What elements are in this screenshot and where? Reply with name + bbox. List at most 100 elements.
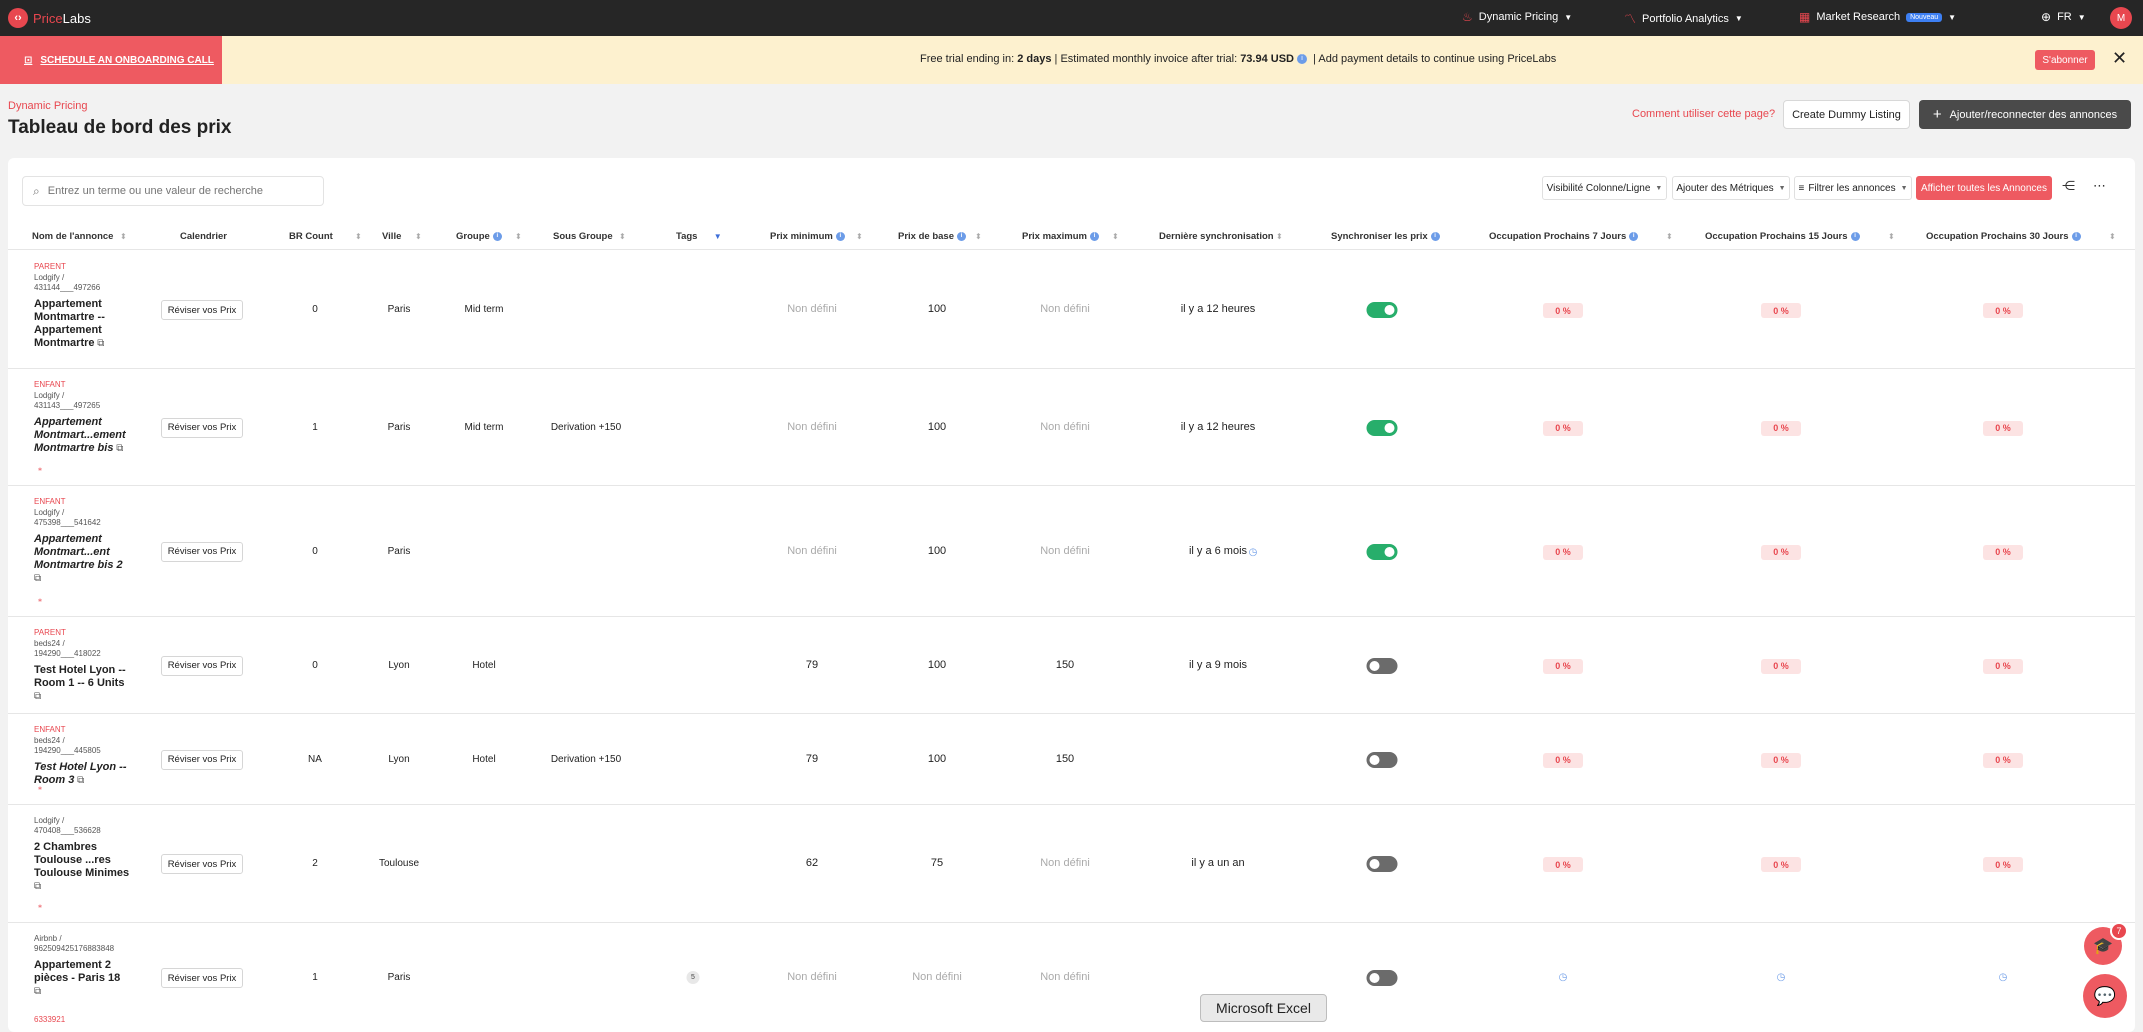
column-header-occ30[interactable]: Occupation Prochains 30 Jours i [1926,231,2081,242]
info-icon[interactable]: i [956,231,966,241]
listing-name[interactable]: Appartement Montmart...ement Montmartre … [34,416,130,455]
base-price[interactable]: 100 [928,421,946,433]
external-link-icon[interactable]: ⧉ [113,443,123,454]
listing-name[interactable]: Appartement Montmartre -- Appartement Mo… [34,298,130,350]
min-price[interactable]: Non défini [787,545,837,557]
max-price[interactable]: Non défini [1040,971,1090,983]
sync-prices-toggle[interactable] [1366,543,1398,560]
info-icon[interactable]: i [1850,231,1860,241]
schedule-onboarding-call[interactable]: ⊡ SCHEDULE AN ONBOARDING CALL [0,36,222,84]
add-metrics-dropdown[interactable]: Ajouter des Métriques ▼ [1672,176,1790,200]
sort-icon[interactable]: ⬍ [856,232,863,241]
chat-icon[interactable]: 💬 [2083,974,2127,1018]
review-prices-button[interactable]: Réviser vos Prix [161,749,243,770]
listing-name-text[interactable]: Appartement 2 pièces - Paris 18 [34,959,120,984]
nav-market-research[interactable]: ▦ Market Research Nouveau ▼ [1799,10,1956,24]
sort-icon[interactable]: ⬍ [1276,232,1283,241]
review-prices-button[interactable]: Réviser vos Prix [161,541,243,562]
info-icon[interactable]: i [492,231,502,241]
sync-prices-toggle[interactable] [1366,751,1398,768]
sort-icon[interactable]: ⬍ [355,232,362,241]
listing-name-text[interactable]: 2 Chambres Toulouse ...res Toulouse Mini… [34,841,129,879]
sort-icon[interactable]: ⬍ [1112,232,1119,241]
sort-icon[interactable]: ⬍ [2109,232,2116,241]
filter-listings-dropdown[interactable]: ≡ Filtrer les annonces ▼ [1794,176,1912,200]
external-link-icon[interactable]: ⧉ [34,881,41,892]
review-prices-button[interactable]: Réviser vos Prix [161,417,243,438]
column-header-br-count[interactable]: BR Count [289,231,333,242]
column-header-occ7[interactable]: Occupation Prochains 7 Jours i [1489,231,1639,242]
listing-name[interactable]: Test Hotel Lyon -- Room 3 ⧉ [34,761,130,787]
listing-name[interactable]: Appartement Montmart...ent Montmartre bi… [34,533,130,585]
max-price[interactable]: Non défini [1040,857,1090,869]
share-icon[interactable]: ⋲ [2062,178,2075,194]
min-price[interactable]: 79 [806,659,818,671]
sort-icon[interactable]: ⬍ [1666,232,1673,241]
base-price[interactable]: 100 [928,545,946,557]
column-header-name[interactable]: Nom de l'annonce [32,231,113,242]
column-header-tags[interactable]: Tags ▼ [676,231,722,242]
info-icon[interactable]: i [1430,231,1440,241]
show-all-listings-button[interactable]: Afficher toutes les Annonces [1916,176,2052,200]
sort-icon[interactable]: ⬍ [975,232,982,241]
column-header-base-price[interactable]: Prix de base i [898,231,966,242]
add-listings-button[interactable]: + Ajouter/reconnecter des annonces [1919,100,2131,129]
tag-count-chip[interactable]: 5 [686,971,700,984]
listing-name[interactable]: Test Hotel Lyon -- Room 1 -- 6 Units ⧉ [34,664,130,703]
tag-filter-icon[interactable]: ▼ [711,232,722,241]
external-link-icon[interactable]: ⧉ [34,691,41,702]
base-price[interactable]: 100 [928,659,946,671]
subscribe-button[interactable]: S'abonner [2035,50,2095,70]
min-price[interactable]: Non défini [787,421,837,433]
column-header-city[interactable]: Ville [382,231,401,242]
column-header-min-price[interactable]: Prix minimum i [770,231,845,242]
sync-prices-toggle[interactable] [1366,419,1398,436]
info-icon[interactable]: i [1089,231,1099,241]
column-header-subgroup[interactable]: Sous Groupe [553,231,613,242]
external-link-icon[interactable]: ⧉ [34,573,41,584]
listing-name-text[interactable]: Test Hotel Lyon -- Room 1 -- 6 Units [34,664,126,689]
column-header-max-price[interactable]: Prix maximum i [1022,231,1099,242]
column-header-sync-prices[interactable]: Synchroniser les prix i [1331,231,1440,242]
review-prices-button[interactable]: Réviser vos Prix [161,655,243,676]
info-icon[interactable]: i [1297,54,1307,65]
nav-portfolio-analytics[interactable]: 〽 Portfolio Analytics ▼ [1624,10,1743,27]
pricelabs-logo[interactable]: ‹› Price Labs [8,8,91,28]
listing-name[interactable]: Appartement 2 pièces - Paris 18 ⧉ [34,959,130,998]
column-header-calendar[interactable]: Calendrier [180,231,227,242]
avatar[interactable]: M [2110,7,2132,29]
review-prices-button[interactable]: Réviser vos Prix [161,968,243,988]
base-price[interactable]: 100 [928,753,946,765]
max-price[interactable]: Non défini [1040,421,1090,433]
external-link-icon[interactable]: ⧉ [34,986,41,997]
sort-icon[interactable]: ⬍ [1888,232,1895,241]
visibility-dropdown[interactable]: Visibilité Colonne/Ligne ▼ [1542,176,1667,200]
search-box[interactable]: ⌕ [22,176,324,206]
external-link-icon[interactable]: ⧉ [74,775,84,786]
language-selector[interactable]: ⊕ FR ▼ [2041,10,2086,24]
base-price[interactable]: Non défini [912,971,962,983]
base-price[interactable]: 75 [931,857,943,869]
listing-name[interactable]: 2 Chambres Toulouse ...res Toulouse Mini… [34,841,130,893]
sync-prices-toggle[interactable] [1366,970,1398,986]
max-price[interactable]: Non défini [1040,303,1090,315]
sort-icon[interactable]: ⬍ [120,232,127,241]
listing-name-text[interactable]: Appartement Montmart...ent Montmartre bi… [34,533,123,571]
min-price[interactable]: Non défini [787,303,837,315]
column-header-group[interactable]: Groupe i [456,231,502,242]
sync-prices-toggle[interactable] [1366,856,1398,872]
create-dummy-listing-button[interactable]: Create Dummy Listing [1783,100,1910,129]
more-icon[interactable]: ⋯ [2093,178,2106,194]
review-prices-button[interactable]: Réviser vos Prix [161,854,243,874]
max-price[interactable]: 150 [1056,753,1074,765]
listing-name-text[interactable]: Appartement Montmart...ement Montmartre … [34,416,126,454]
sync-prices-toggle[interactable] [1366,657,1398,674]
info-icon[interactable]: i [835,231,845,241]
min-price[interactable]: 79 [806,753,818,765]
min-price[interactable]: Non défini [787,971,837,983]
breadcrumb[interactable]: Dynamic Pricing [8,100,87,112]
max-price[interactable]: 150 [1056,659,1074,671]
external-link-icon[interactable]: ⧉ [95,338,104,349]
sort-icon[interactable]: ⬍ [415,232,422,241]
sort-icon[interactable]: ⬍ [515,232,522,241]
